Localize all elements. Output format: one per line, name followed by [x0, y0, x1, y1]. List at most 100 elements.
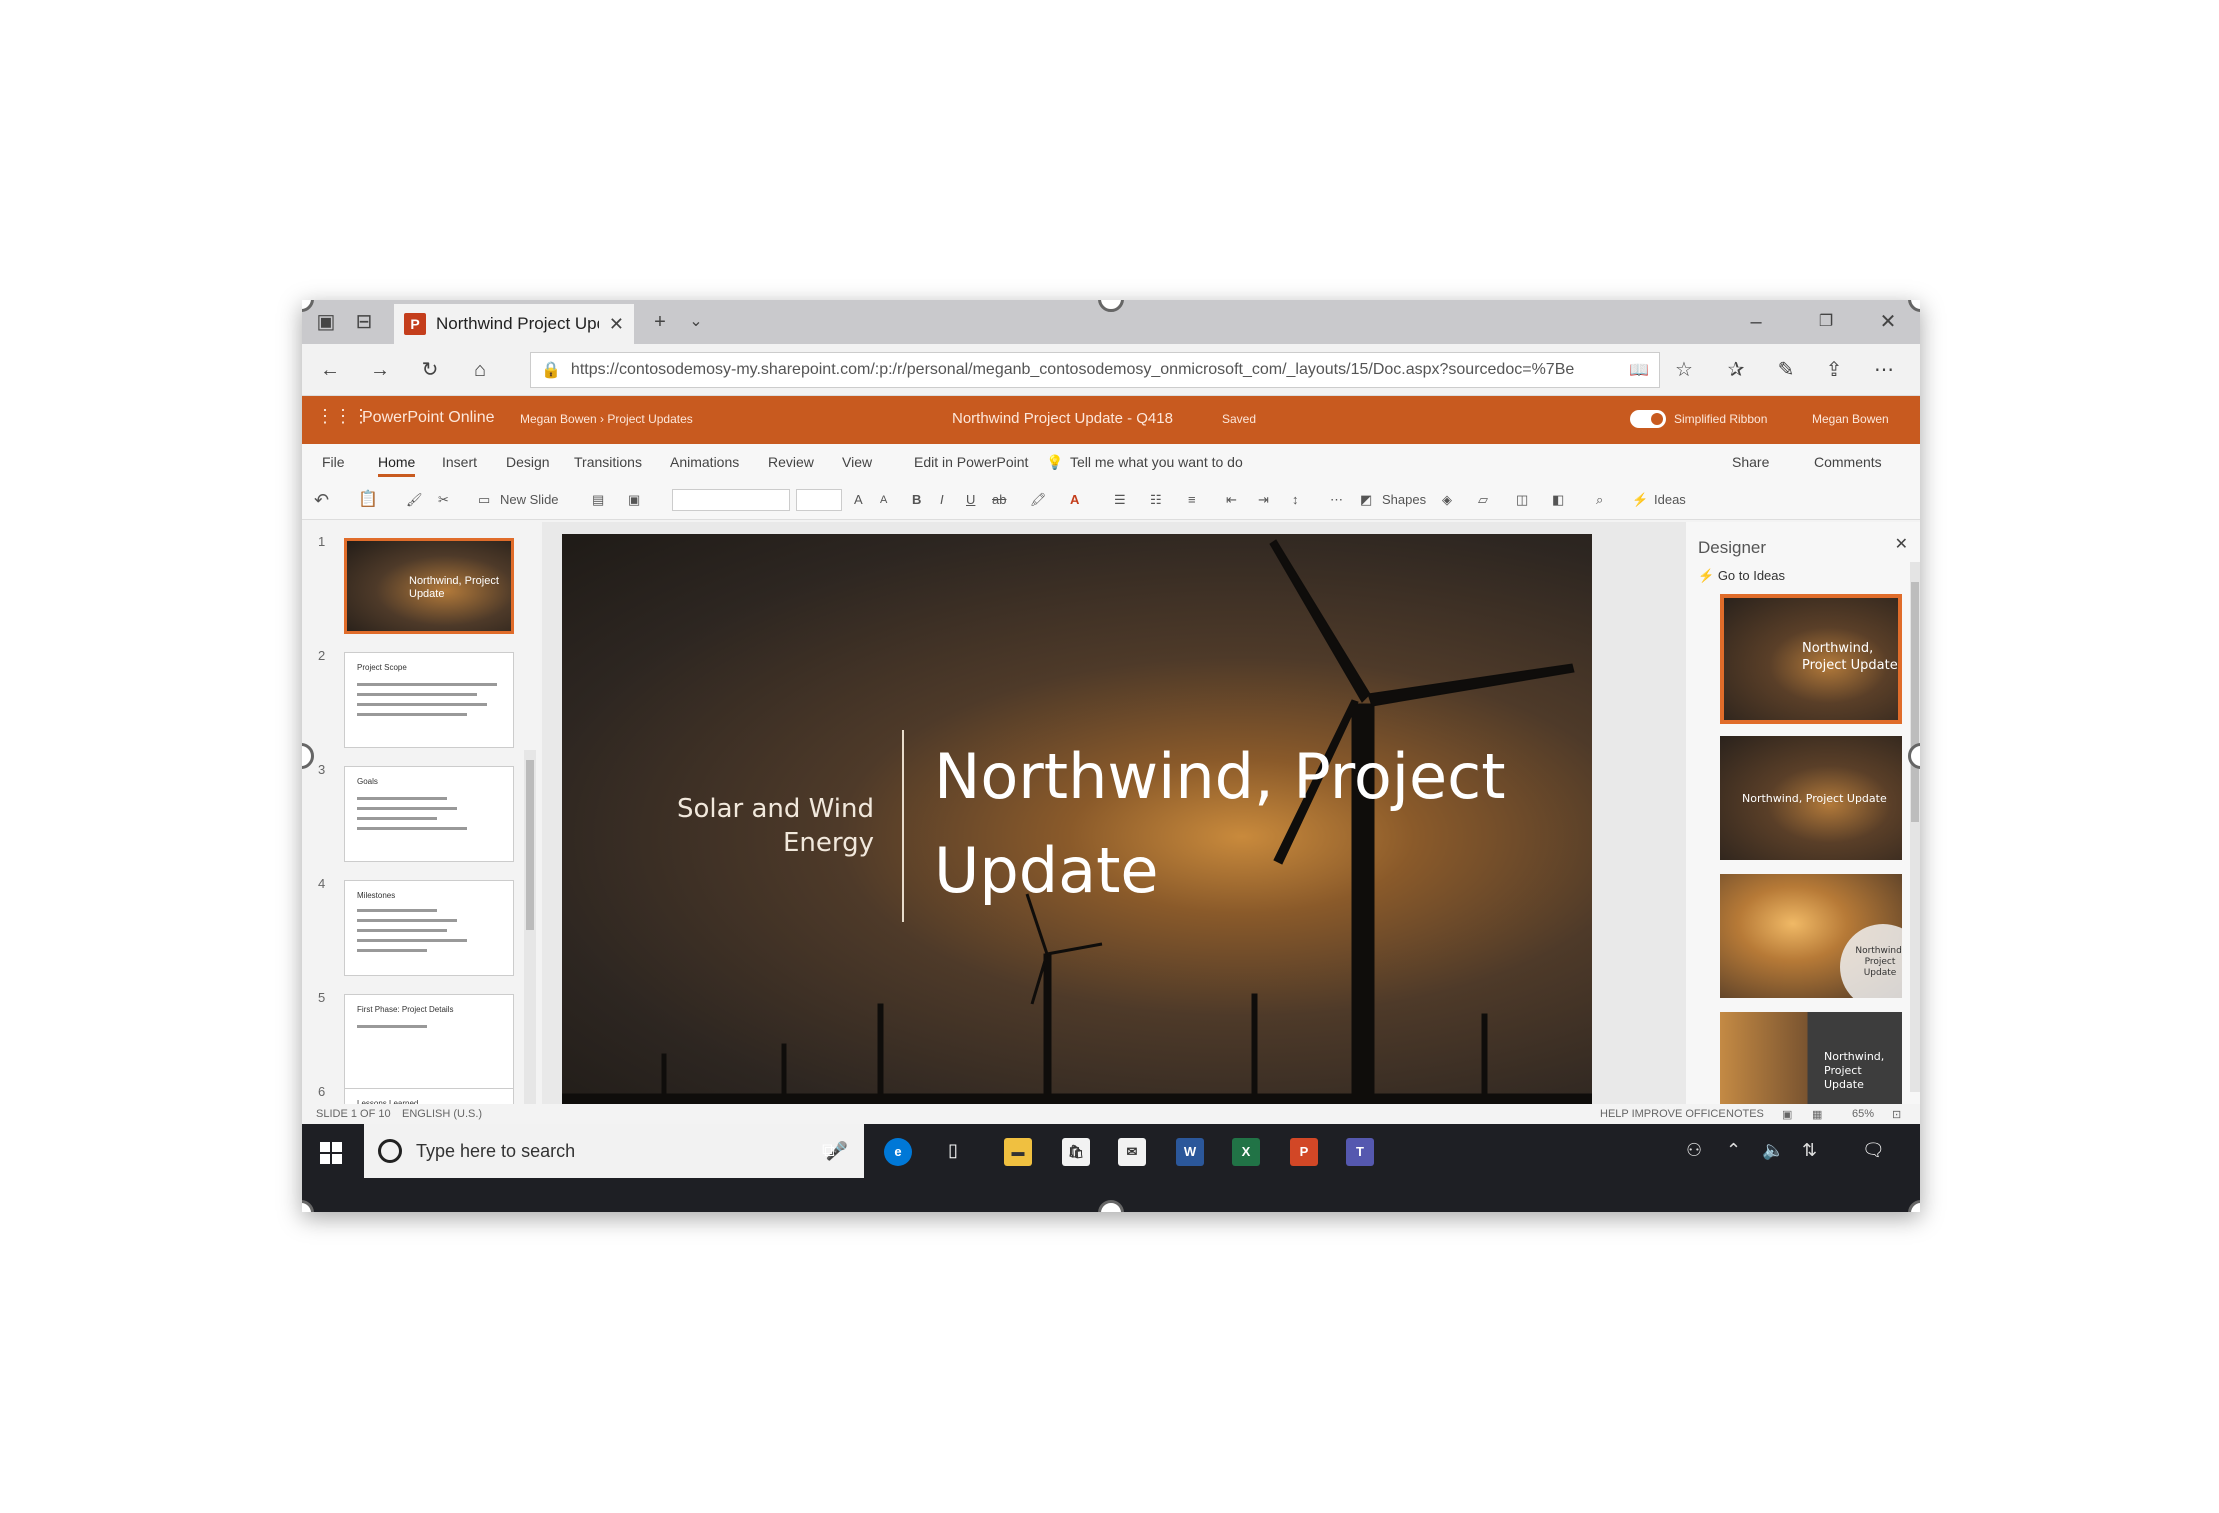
- pen-icon[interactable]: ✎: [1772, 356, 1800, 384]
- network-icon[interactable]: ⇅: [1802, 1140, 1817, 1161]
- font-color-icon[interactable]: A: [1070, 489, 1079, 511]
- tab-animations[interactable]: Animations: [670, 454, 739, 470]
- design-option-3[interactable]: Northwind, Project Update: [1720, 874, 1902, 998]
- help-improve-office[interactable]: HELP IMPROVE OFFICE: [1600, 1108, 1726, 1120]
- current-slide[interactable]: Solar and Wind Energy Northwind, Project…: [562, 534, 1592, 1116]
- store-icon[interactable]: 🛍: [1062, 1138, 1090, 1166]
- reading-view-icon[interactable]: 📖: [1629, 360, 1649, 380]
- slide-title[interactable]: Northwind, Project Update: [934, 730, 1554, 918]
- mail-icon[interactable]: ✉: [1118, 1138, 1146, 1166]
- url-field[interactable]: 🔒 https://contosodemosy-my.sharepoint.co…: [530, 352, 1660, 388]
- teams-icon[interactable]: T: [1346, 1138, 1374, 1166]
- user-name[interactable]: Megan Bowen: [1812, 412, 1889, 426]
- minimize-icon[interactable]: –: [1742, 308, 1770, 336]
- powerpoint-taskbar-icon[interactable]: P: [1290, 1138, 1318, 1166]
- strikethrough-icon[interactable]: ab: [992, 489, 1006, 511]
- align-icon[interactable]: ≡: [1188, 489, 1196, 511]
- home-icon[interactable]: ⌂: [466, 356, 494, 384]
- font-size-dropdown[interactable]: [796, 489, 842, 511]
- fit-to-window-icon[interactable]: ⊡: [1892, 1108, 1901, 1121]
- quick-styles-icon[interactable]: ◧: [1552, 489, 1564, 511]
- slide-thumb-4[interactable]: Milestones: [344, 880, 514, 976]
- underline-icon[interactable]: U: [966, 489, 975, 511]
- close-icon[interactable]: ✕: [1895, 534, 1908, 554]
- more-icon[interactable]: ⋯: [1870, 356, 1898, 384]
- new-slide-button[interactable]: New Slide: [500, 489, 559, 511]
- design-option-2[interactable]: Northwind, Project Update: [1720, 736, 1902, 860]
- zoom-level[interactable]: 65%: [1852, 1108, 1874, 1120]
- slide-subtitle[interactable]: Solar and Wind Energy: [624, 792, 874, 860]
- shapes-button[interactable]: Shapes: [1382, 489, 1426, 511]
- designer-scrollbar[interactable]: [1910, 562, 1920, 1092]
- close-tab-icon[interactable]: ✕: [609, 314, 624, 335]
- windows-start-icon[interactable]: [320, 1142, 342, 1164]
- design-option-4[interactable]: Northwind, Project Update: [1720, 1012, 1902, 1104]
- restore-icon[interactable]: ❐: [1812, 308, 1840, 336]
- forward-icon[interactable]: →: [366, 356, 394, 384]
- share-button[interactable]: Share: [1732, 454, 1769, 470]
- shape-outline-icon[interactable]: ▱: [1478, 489, 1488, 511]
- tab-home[interactable]: Home: [378, 454, 416, 477]
- comments-button[interactable]: Comments: [1814, 454, 1882, 470]
- layout-icon[interactable]: ▤: [592, 489, 604, 511]
- slide-thumb-5[interactable]: First Phase: Project Details: [344, 994, 514, 1090]
- find-icon[interactable]: ⌕: [1596, 489, 1603, 511]
- undo-icon[interactable]: ↶: [314, 489, 329, 511]
- document-title[interactable]: Northwind Project Update - Q418: [952, 410, 1173, 427]
- excel-icon[interactable]: X: [1232, 1138, 1260, 1166]
- more-commands-icon[interactable]: ⋯: [1330, 489, 1343, 511]
- action-center-icon[interactable]: 🗨: [1862, 1140, 1885, 1161]
- bold-icon[interactable]: B: [912, 489, 921, 511]
- tab-file[interactable]: File: [322, 454, 345, 470]
- tab-list-chevron-icon[interactable]: ⌄: [682, 308, 710, 336]
- numbering-icon[interactable]: ☷: [1150, 489, 1162, 511]
- design-option-1[interactable]: Northwind, Project Update: [1720, 594, 1902, 724]
- arrange-icon[interactable]: ◫: [1516, 489, 1528, 511]
- breadcrumb[interactable]: Megan Bowen › Project Updates: [520, 412, 693, 426]
- new-tab-icon[interactable]: +: [646, 308, 674, 336]
- tab-aside-icon[interactable]: ⊟: [350, 308, 378, 336]
- notes-button[interactable]: NOTES: [1726, 1108, 1764, 1120]
- increase-font-icon[interactable]: A: [854, 489, 863, 511]
- word-icon[interactable]: W: [1176, 1138, 1204, 1166]
- slide-thumb-1[interactable]: Northwind, Project Update: [344, 538, 514, 634]
- shape-fill-icon[interactable]: ◈: [1442, 489, 1452, 511]
- format-painter-icon[interactable]: 🖌: [406, 489, 423, 511]
- back-icon[interactable]: ←: [316, 356, 344, 384]
- file-explorer-icon[interactable]: ▬: [1004, 1138, 1032, 1166]
- volume-icon[interactable]: 🔈: [1762, 1140, 1784, 1161]
- line-spacing-icon[interactable]: ↕: [1292, 489, 1299, 511]
- refresh-icon[interactable]: ↻: [416, 356, 444, 384]
- increase-indent-icon[interactable]: ⇥: [1258, 489, 1269, 511]
- tab-design[interactable]: Design: [506, 454, 550, 470]
- go-to-ideas-link[interactable]: ⚡ Go to Ideas: [1698, 568, 1785, 584]
- bullets-icon[interactable]: ☰: [1114, 489, 1126, 511]
- normal-view-icon[interactable]: ▣: [1782, 1108, 1792, 1121]
- tell-me-search[interactable]: Tell me what you want to do: [1070, 454, 1243, 470]
- people-icon[interactable]: ⚇: [1686, 1140, 1702, 1161]
- slide-thumb-2[interactable]: Project Scope: [344, 652, 514, 748]
- edge-icon[interactable]: e: [884, 1138, 912, 1166]
- highlight-icon[interactable]: 🖍: [1030, 489, 1047, 511]
- italic-icon[interactable]: I: [940, 489, 944, 511]
- close-window-icon[interactable]: ✕: [1874, 308, 1902, 336]
- font-family-dropdown[interactable]: [672, 489, 790, 511]
- tab-insert[interactable]: Insert: [442, 454, 477, 470]
- phone-icon[interactable]: ▯: [948, 1140, 958, 1161]
- app-name[interactable]: PowerPoint Online: [362, 409, 495, 427]
- decrease-indent-icon[interactable]: ⇤: [1226, 489, 1237, 511]
- paste-icon[interactable]: 📋: [358, 489, 378, 511]
- share-browser-icon[interactable]: ⇪: [1820, 356, 1848, 384]
- edit-in-powerpoint-button[interactable]: Edit in PowerPoint: [914, 454, 1028, 470]
- favorites-hub-icon[interactable]: ✰: [1722, 356, 1750, 384]
- decrease-font-icon[interactable]: A: [880, 489, 887, 511]
- slide-thumb-3[interactable]: Goals: [344, 766, 514, 862]
- taskbar-search-box[interactable]: Type here to search 🎤: [364, 1124, 864, 1178]
- browser-tab[interactable]: P Northwind Project Upda ✕: [394, 304, 634, 344]
- tab-preview-icon[interactable]: ▣: [312, 308, 340, 336]
- tab-view[interactable]: View: [842, 454, 872, 470]
- task-view-icon[interactable]: ⧉: [822, 1140, 835, 1161]
- favorite-star-icon[interactable]: ☆: [1670, 356, 1698, 384]
- tray-chevron-icon[interactable]: ⌃: [1726, 1140, 1741, 1161]
- slide-sorter-icon[interactable]: ▦: [1812, 1108, 1822, 1121]
